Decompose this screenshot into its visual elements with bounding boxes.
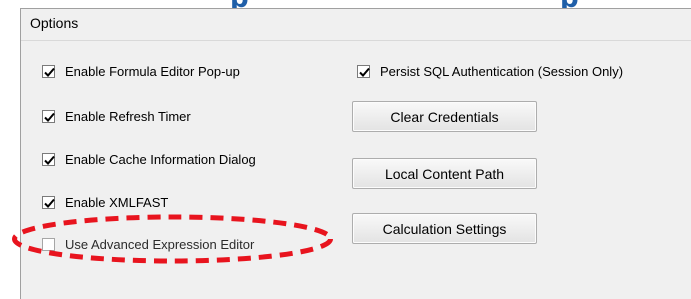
checkbox-box[interactable]	[42, 153, 55, 166]
checkbox-label: Persist SQL Authentication (Session Only…	[380, 64, 624, 79]
checkbox-label: Enable Refresh Timer	[65, 109, 191, 124]
check-mark-icon	[44, 155, 55, 165]
checkbox-box[interactable]	[42, 238, 55, 251]
check-mark-icon	[44, 198, 55, 208]
checkbox-formula-editor-popup[interactable]: Enable Formula Editor Pop-up	[42, 64, 240, 79]
check-mark-icon	[44, 112, 55, 122]
checkbox-box[interactable]	[42, 65, 55, 78]
checkbox-box[interactable]	[357, 65, 370, 78]
checkbox-label: Use Advanced Expression Editor	[65, 237, 255, 252]
clear-credentials-button[interactable]: Clear Credentials	[352, 101, 537, 132]
local-content-path-button[interactable]: Local Content Path	[352, 158, 537, 189]
checkbox-box[interactable]	[42, 110, 55, 123]
checkbox-box[interactable]	[42, 196, 55, 209]
options-panel: Options Enable Formula Editor Pop-up Ena…	[20, 8, 691, 299]
group-divider	[21, 40, 691, 41]
checkbox-cache-information-dialog[interactable]: Enable Cache Information Dialog	[42, 152, 256, 167]
options-group-title: Options	[30, 15, 79, 31]
calculation-settings-button[interactable]: Calculation Settings	[352, 213, 537, 244]
checkbox-label: Enable Formula Editor Pop-up	[65, 64, 240, 79]
check-mark-icon	[44, 67, 55, 77]
checkbox-refresh-timer[interactable]: Enable Refresh Timer	[42, 109, 191, 124]
check-mark-icon	[359, 67, 370, 77]
checkbox-persist-sql-authentication[interactable]: Persist SQL Authentication (Session Only…	[357, 64, 623, 79]
checkbox-xmlfast[interactable]: Enable XMLFAST	[42, 195, 168, 210]
checkbox-label: Enable XMLFAST	[65, 195, 169, 210]
checkbox-label: Enable Cache Information Dialog	[65, 152, 256, 167]
checkbox-advanced-expression-editor[interactable]: Use Advanced Expression Editor	[42, 237, 254, 252]
